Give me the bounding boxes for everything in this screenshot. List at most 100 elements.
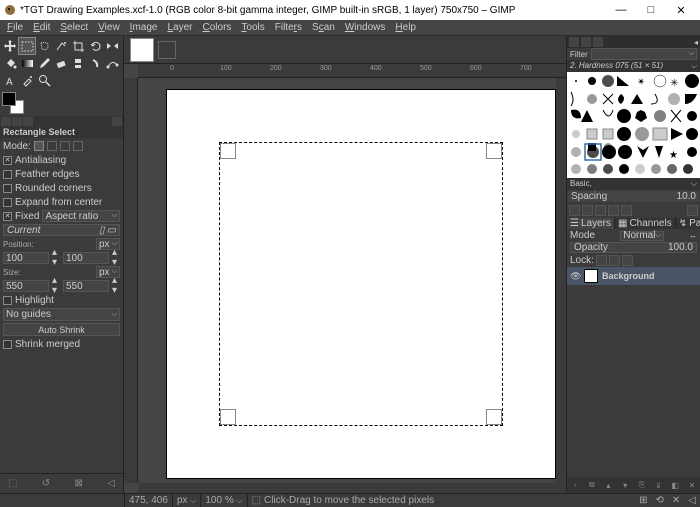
tool-free-select[interactable] [36,38,52,54]
portrait-icon[interactable]: ▯ [99,225,105,236]
brush-dup-icon[interactable] [595,205,606,216]
layer-down-icon[interactable]: ▾ [619,479,631,491]
image-tab-thumb[interactable] [130,38,154,62]
opacity-value[interactable]: 100.0 [668,242,693,253]
menu-scan[interactable]: Scan [308,22,339,33]
menu-help[interactable]: Help [391,22,420,33]
tool-move[interactable] [2,38,18,54]
dock-tab-patterns[interactable] [581,37,591,47]
tool-zoom[interactable] [36,72,52,88]
highlight-checkbox[interactable] [3,296,12,305]
tool-rectangle-select[interactable] [19,38,35,54]
fg-color[interactable] [2,92,16,106]
brush-header[interactable]: 2. Hardness 075 (51 × 51) [567,60,700,72]
tool-rotate[interactable] [88,38,104,54]
menu-layer[interactable]: Layer [163,22,196,33]
tool-fuzzy-select[interactable] [53,38,69,54]
spacing-slider[interactable]: Spacing10.0 [568,191,699,202]
size-w-input[interactable]: 550 [3,280,49,292]
layer-delete-icon[interactable]: ✕ [686,479,698,491]
antialiasing-checkbox[interactable] [3,156,12,165]
dock-tab-fonts[interactable] [593,37,603,47]
opt-tab-menu[interactable] [112,117,122,126]
restore-options-icon[interactable]: ↺ [42,478,50,489]
menu-edit[interactable]: Edit [29,22,54,33]
rounded-checkbox[interactable] [3,184,12,193]
tool-text[interactable]: A [2,72,18,88]
delete-options-icon[interactable]: ⊠ [75,478,83,489]
pos-y-input[interactable]: 100 [63,252,109,264]
ruler-horizontal[interactable]: 0100200300400500600700 [138,64,566,78]
save-options-icon[interactable]: ⬚ [8,478,17,489]
menu-filters[interactable]: Filters [271,22,306,33]
layer-up-icon[interactable]: ▴ [602,479,614,491]
tab-paths[interactable]: ↯Paths [676,218,700,229]
mode-subtract-icon[interactable] [60,141,70,151]
fixed-dropdown[interactable]: Aspect ratio [42,210,120,222]
mode-replace-icon[interactable] [34,141,44,151]
sel-handle-tl[interactable] [220,143,236,159]
menu-tools[interactable]: Tools [237,22,268,33]
dock-tab-brushes[interactable] [569,37,579,47]
menu-view[interactable]: View [94,22,124,33]
tool-gradient[interactable] [19,55,35,71]
tool-bucket[interactable] [2,55,18,71]
expand-checkbox[interactable] [3,198,12,207]
ruler-vertical[interactable] [124,78,138,483]
tab-layers[interactable]: ☰Layers [567,218,615,229]
status-icon-2[interactable]: ⟲ [656,495,664,506]
brush-filter-dropdown[interactable] [591,48,697,60]
status-icon-4[interactable]: ◁ [688,495,696,506]
viewport[interactable] [138,78,556,483]
shrink-merged-checkbox[interactable] [3,340,12,349]
brush-zoom-icon[interactable] [687,205,698,216]
layer-new-icon[interactable]: ▫ [569,479,581,491]
guides-dropdown[interactable]: No guides [3,308,120,321]
image-tab-close[interactable] [158,41,176,59]
layer-row-background[interactable]: 👁 Background [567,267,700,285]
layer-dup-icon[interactable]: ⎘ [636,479,648,491]
layer-name[interactable]: Background [602,271,655,281]
tool-flip[interactable] [105,38,121,54]
menu-image[interactable]: Image [126,22,162,33]
brush-grid[interactable]: ✴ ✳ [567,72,700,178]
lock-pixels-icon[interactable] [596,255,607,266]
pos-x-input[interactable]: 100 [3,252,49,264]
fixed-checkbox[interactable] [3,212,12,221]
menu-select[interactable]: Select [56,22,92,33]
size-h-input[interactable]: 550 [63,280,109,292]
tool-pencil[interactable] [36,55,52,71]
tool-crop[interactable] [71,38,87,54]
lock-alpha-icon[interactable] [622,255,633,266]
close-button[interactable]: ✕ [666,1,696,19]
color-swatch[interactable] [0,90,123,116]
canvas[interactable] [167,90,555,478]
tool-eraser[interactable] [53,55,69,71]
mode-intersect-icon[interactable] [73,141,83,151]
landscape-icon[interactable]: ▭ [107,225,116,236]
minimize-button[interactable]: — [606,1,636,19]
opt-tab-1[interactable] [1,117,11,126]
tool-color-picker[interactable] [19,72,35,88]
status-unit-dropdown[interactable]: px ⌵ [177,495,196,506]
auto-shrink-button[interactable]: Auto Shrink [3,323,120,336]
tool-clone[interactable] [71,55,87,71]
menu-windows[interactable]: Windows [341,22,390,33]
reset-options-icon[interactable]: ◁ [107,478,115,489]
mode-add-icon[interactable] [47,141,57,151]
brush-tags[interactable]: Basic, [567,178,700,190]
lock-position-icon[interactable] [609,255,620,266]
selection-marquee[interactable] [219,142,503,426]
menu-file[interactable]: File [3,22,27,33]
scrollbar-horizontal[interactable] [138,483,566,493]
visibility-icon[interactable]: 👁 [570,271,580,282]
maximize-button[interactable]: □ [636,1,666,19]
tool-smudge[interactable] [88,55,104,71]
layer-group-icon[interactable]: ⧉ [586,479,598,491]
menu-colors[interactable]: Colors [198,22,235,33]
sel-handle-br[interactable] [486,409,502,425]
opt-tab-3[interactable] [23,117,33,126]
status-icon-3[interactable]: ✕ [672,495,680,506]
brush-new-icon[interactable] [582,205,593,216]
feather-checkbox[interactable] [3,170,12,179]
